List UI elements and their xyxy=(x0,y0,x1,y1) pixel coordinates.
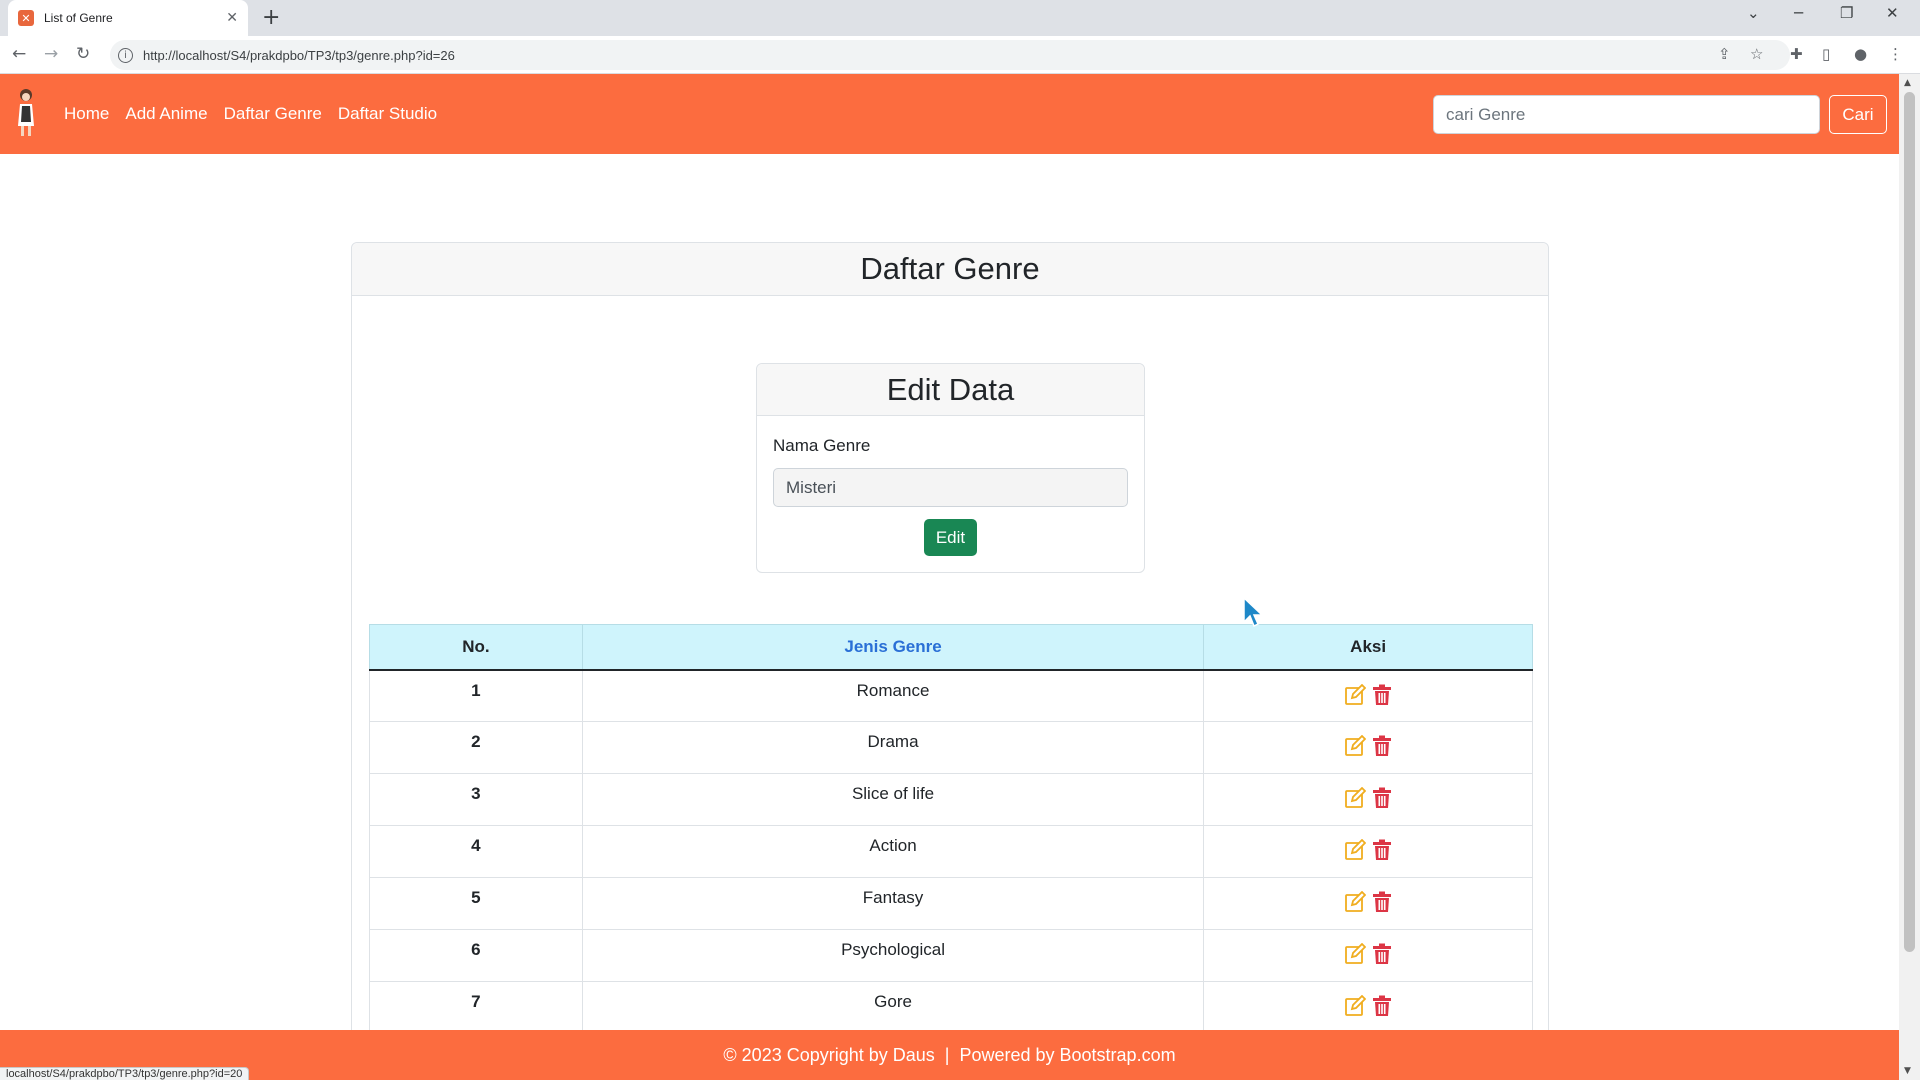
scroll-down-icon[interactable]: ▼ xyxy=(1904,1066,1911,1076)
row-number: 6 xyxy=(369,929,583,982)
brand-logo[interactable] xyxy=(14,86,38,140)
search-button[interactable]: Cari xyxy=(1829,95,1887,134)
row-actions xyxy=(1203,773,1533,826)
address-bar[interactable]: i http://localhost/S4/prakdpbo/TP3/tp3/g… xyxy=(110,40,1790,70)
genre-card: Daftar Genre Edit Data Nama Genre Mister… xyxy=(351,242,1549,1042)
edit-icon[interactable] xyxy=(1344,787,1367,809)
genre-name-label: Nama Genre xyxy=(773,436,871,455)
url-text[interactable]: http://localhost/S4/prakdpbo/TP3/tp3/gen… xyxy=(143,48,455,63)
menu-icon[interactable]: ⋮ xyxy=(1888,45,1903,63)
edit-icon[interactable] xyxy=(1344,839,1367,861)
mouse-cursor-icon xyxy=(1243,596,1264,628)
row-number: 3 xyxy=(369,773,583,826)
table-row: 4 Action xyxy=(369,825,1533,878)
footer-text: © 2023 Copyright by Daus | Powered by Bo… xyxy=(723,1044,1176,1065)
search-input[interactable]: cari Genre xyxy=(1433,95,1820,134)
edit-button[interactable]: Edit xyxy=(924,519,977,556)
browser-tab[interactable]: ✕ List of Genre ✕ xyxy=(8,0,248,36)
trash-icon[interactable] xyxy=(1372,995,1392,1017)
nav-home[interactable]: Home xyxy=(64,104,109,124)
back-icon[interactable]: ← xyxy=(12,44,26,64)
header-aksi: Aksi xyxy=(1203,624,1533,671)
table-row: 5 Fantasy xyxy=(369,877,1533,930)
page-title: Daftar Genre xyxy=(352,243,1548,296)
site-footer: © 2023 Copyright by Daus | Powered by Bo… xyxy=(0,1030,1899,1080)
table-row: 1 Romance xyxy=(369,669,1533,722)
nav-daftar-studio[interactable]: Daftar Studio xyxy=(338,104,437,124)
row-genre: Romance xyxy=(581,669,1205,722)
scroll-up-icon[interactable]: ▲ xyxy=(1904,78,1911,88)
row-genre: Drama xyxy=(581,721,1205,774)
trash-icon[interactable] xyxy=(1372,787,1392,809)
restore-icon[interactable]: ❐ xyxy=(1840,4,1853,22)
status-bar-url: localhost/S4/prakdpbo/TP3/tp3/genre.php?… xyxy=(0,1067,250,1080)
share-icon[interactable]: ⇪ xyxy=(1718,45,1731,63)
scroll-thumb[interactable] xyxy=(1904,92,1915,952)
row-number: 5 xyxy=(369,877,583,930)
tab-search-icon[interactable]: ⌄ xyxy=(1747,4,1760,22)
row-genre: Slice of life xyxy=(581,773,1205,826)
trash-icon[interactable] xyxy=(1372,735,1392,757)
browser-toolbar: ← → ↻ i http://localhost/S4/prakdpbo/TP3… xyxy=(0,36,1920,74)
side-panel-icon[interactable]: ▯ xyxy=(1822,45,1830,63)
extensions-icon[interactable]: ✚ xyxy=(1790,45,1803,63)
edit-form-card: Edit Data Nama Genre Misteri Edit xyxy=(756,363,1145,573)
row-number: 1 xyxy=(369,669,583,722)
minimize-icon[interactable]: ─ xyxy=(1794,4,1803,22)
trash-icon[interactable] xyxy=(1372,684,1392,706)
genre-table: No. Jenis Genre Aksi 1 Romance 2 Drama 3 Slic… xyxy=(369,624,1533,1034)
row-actions xyxy=(1203,721,1533,774)
close-tab-icon[interactable]: ✕ xyxy=(226,10,238,26)
edit-icon[interactable] xyxy=(1344,943,1367,965)
edit-icon[interactable] xyxy=(1344,735,1367,757)
browser-tab-bar: ✕ List of Genre ✕ + ⌄ ─ ❐ ✕ xyxy=(0,0,1920,36)
table-row: 2 Drama xyxy=(369,721,1533,774)
header-no: No. xyxy=(369,624,583,671)
nav-links: Home Add Anime Daftar Genre Daftar Studi… xyxy=(64,74,437,154)
row-number: 7 xyxy=(369,981,583,1034)
trash-icon[interactable] xyxy=(1372,839,1392,861)
trash-icon[interactable] xyxy=(1372,943,1392,965)
row-actions xyxy=(1203,669,1533,722)
reload-icon[interactable]: ↻ xyxy=(76,44,90,64)
favicon-icon: ✕ xyxy=(18,10,34,26)
edit-icon[interactable] xyxy=(1344,891,1367,913)
row-genre: Action xyxy=(581,825,1205,878)
row-actions xyxy=(1203,981,1533,1034)
row-actions xyxy=(1203,825,1533,878)
row-actions xyxy=(1203,877,1533,930)
site-info-icon[interactable]: i xyxy=(118,47,133,63)
edit-icon[interactable] xyxy=(1344,995,1367,1017)
site-navbar: Home Add Anime Daftar Genre Daftar Studi… xyxy=(0,74,1899,154)
table-header-row: No. Jenis Genre Aksi xyxy=(369,624,1533,671)
genre-name-input[interactable]: Misteri xyxy=(773,468,1128,507)
table-row: 6 Psychological xyxy=(369,929,1533,982)
trash-icon[interactable] xyxy=(1372,891,1392,913)
nav-add-anime[interactable]: Add Anime xyxy=(125,104,207,124)
edit-form-title: Edit Data xyxy=(757,364,1144,416)
nav-daftar-genre[interactable]: Daftar Genre xyxy=(224,104,322,124)
row-genre: Gore xyxy=(581,981,1205,1034)
row-actions xyxy=(1203,929,1533,982)
tab-title: List of Genre xyxy=(44,11,113,25)
close-window-icon[interactable]: ✕ xyxy=(1886,4,1899,22)
edit-icon[interactable] xyxy=(1344,683,1367,706)
header-jenis-genre[interactable]: Jenis Genre xyxy=(581,624,1205,671)
row-genre: Fantasy xyxy=(581,877,1205,930)
row-number: 2 xyxy=(369,721,583,774)
bookmark-star-icon[interactable]: ☆ xyxy=(1750,45,1763,63)
forward-icon[interactable]: → xyxy=(44,44,58,64)
row-genre: Psychological xyxy=(581,929,1205,982)
row-number: 4 xyxy=(369,825,583,878)
table-row: 7 Gore xyxy=(369,981,1533,1034)
profile-icon[interactable]: ● xyxy=(1854,45,1867,63)
table-row: 3 Slice of life xyxy=(369,773,1533,826)
new-tab-icon[interactable]: + xyxy=(262,6,280,30)
page-scrollbar[interactable]: ▲ ▼ xyxy=(1899,74,1920,1080)
